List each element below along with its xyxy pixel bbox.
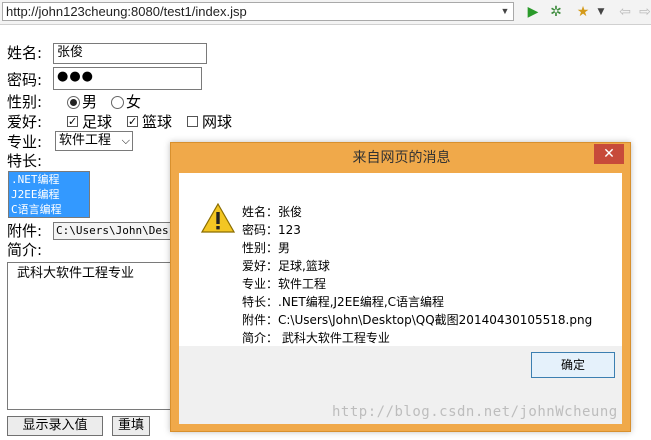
password-label: 密码: [7,71,43,89]
message-line: 爱好：足球,篮球 [242,259,330,273]
close-icon[interactable]: ✕ [594,144,624,164]
major-selected-value: 软件工程 [59,133,112,148]
name-input[interactable]: 张俊 [53,43,207,64]
hobby-basketball-label: 篮球 [142,113,173,131]
forward-arrow-icon[interactable]: ⇨ [636,3,651,21]
attachment-file-input[interactable]: C:\Users\John\Des [53,222,183,240]
message-line: 专业：软件工程 [242,277,327,291]
dialog-body: 姓名：张俊 密码：123 性别：男 爱好：足球,篮球 专业：软件工程 特长：.N… [179,173,622,424]
dialog-title: 来自网页的消息 [352,150,451,166]
watermark-text: http://blog.csdn.net/johnWcheung [332,404,618,420]
hobby-basketball-checkbox[interactable]: ✓ [127,116,138,127]
favorites-dropdown-icon[interactable]: ▼ [592,3,610,21]
gender-female-label: 女 [126,93,142,111]
name-label: 姓名: [7,44,43,62]
chevron-down-icon: ⌵ [121,134,130,147]
alert-dialog: 来自网页的消息 ✕ 姓名：张俊 密码：123 性别：男 爱好：足球,篮球 专业：… [170,142,631,432]
address-bar[interactable]: http://john123cheung:8080/test1/index.js… [2,2,514,21]
message-line: 姓名：张俊 [242,205,303,219]
browser-toolbar: http://john123cheung:8080/test1/index.js… [0,0,651,25]
back-arrow-icon[interactable]: ⇦ [616,3,634,21]
message-line: 性别：男 [242,241,291,255]
gender-female-radio[interactable] [111,96,124,109]
message-line: 密码：123 [242,223,301,237]
hobby-football-label: 足球 [82,113,113,131]
debug-bug-icon[interactable]: ✲ [547,3,565,21]
gender-male-radio[interactable] [67,96,80,109]
message-line: 附件：C:\Users\John\Desktop\QQ截图20140430105… [242,313,593,327]
favorites-star-icon[interactable]: ★ [574,3,592,21]
hobby-tennis-label: 网球 [202,113,233,131]
gender-male-label: 男 [82,93,98,111]
major-select[interactable]: 软件工程 ⌵ [55,131,133,151]
message-line: 简介： 武科大软件工程专业 [242,331,390,345]
intro-textarea[interactable]: 武科大软件工程专业 [7,262,183,410]
attachment-label: 附件: [7,222,43,240]
gender-label: 性别: [7,93,43,111]
specialty-option[interactable]: C语言编程 [9,202,89,217]
show-values-button[interactable]: 显示录入值 [7,416,103,436]
password-input[interactable]: ●●● [53,67,202,90]
hobby-label: 爱好: [7,113,43,131]
major-label: 专业: [7,133,43,151]
hobby-tennis-checkbox[interactable] [187,116,198,127]
specialty-option[interactable]: J2EE编程 [9,187,89,202]
specialty-label: 特长: [7,152,43,170]
ok-button[interactable]: 确定 [531,352,615,378]
hobby-football-checkbox[interactable]: ✓ [67,116,78,127]
dialog-message: 姓名：张俊 密码：123 性别：男 爱好：足球,篮球 专业：软件工程 特长：.N… [242,203,592,347]
intro-label: 简介: [7,241,43,259]
go-play-icon[interactable]: ▶ [524,3,542,21]
address-dropdown-icon[interactable]: ▼ [498,4,512,19]
reset-button[interactable]: 重填 [112,416,150,436]
message-line: 特长：.NET编程,J2EE编程,C语言编程 [242,295,445,309]
address-bar-url: http://john123cheung:8080/test1/index.js… [6,4,247,19]
specialty-listbox[interactable]: .NET编程 J2EE编程 C语言编程 [8,171,90,218]
warning-icon [201,203,235,233]
specialty-option[interactable]: .NET编程 [9,172,89,187]
